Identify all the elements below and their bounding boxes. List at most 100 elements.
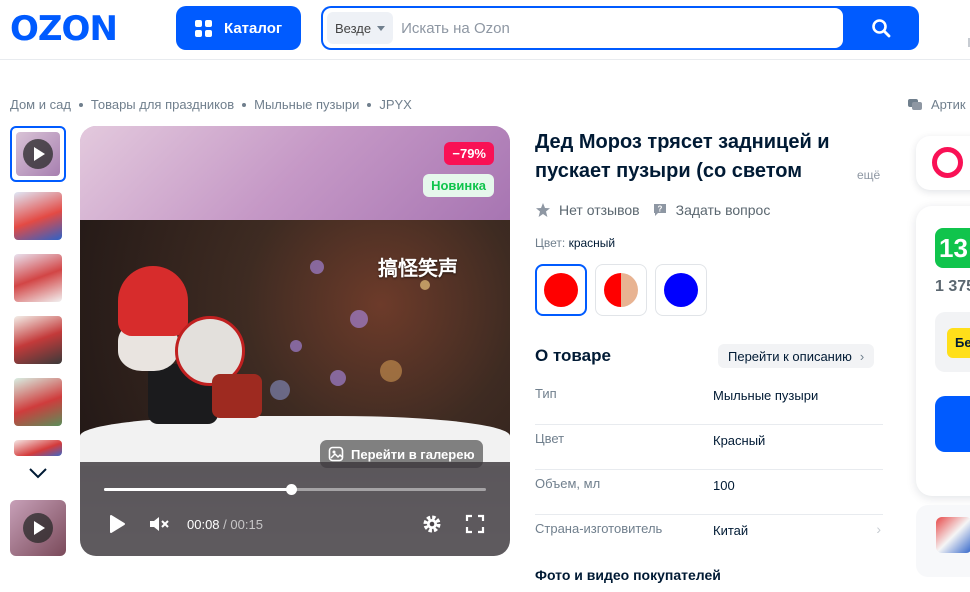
video-progress-bar[interactable] [104, 484, 486, 495]
product-video[interactable]: −79% Новинка 搞怪笑声 Перейти в галерею 00:0… [80, 126, 510, 556]
video-time-total: 00:15 [230, 517, 263, 532]
customer-photos-title: Фото и видео покупателей [535, 567, 721, 583]
add-to-cart-button[interactable] [935, 396, 970, 452]
reviews-link[interactable]: Нет отзывов [535, 202, 640, 218]
search-input[interactable] [401, 19, 822, 37]
payment-chip-label: Бе [947, 328, 970, 358]
video-time-current: 00:08 [187, 517, 220, 532]
spec-key: Цвет [535, 431, 565, 446]
video-top-band [80, 126, 510, 220]
spec-row: Объем, мл 100 [535, 470, 883, 515]
breadcrumb-separator [367, 102, 372, 107]
bokeh-light [270, 380, 290, 400]
santa-toy-hat [118, 266, 188, 336]
breadcrumb-item[interactable]: Дом и сад [10, 97, 71, 112]
breadcrumb: Дом и сад Товары для праздников Мыльные … [10, 97, 412, 112]
thumbnail-video-2[interactable] [10, 500, 66, 556]
thumbnail-image [14, 192, 62, 240]
search-icon [872, 19, 891, 38]
new-badge: Новинка [423, 174, 494, 197]
thumbnail-image [14, 440, 62, 456]
grid-icon [195, 19, 212, 37]
search-field-wrapper: Везде [323, 8, 843, 48]
thumbnail-image-1[interactable] [10, 188, 66, 244]
spec-row[interactable]: Страна-изготовитель Китай › [535, 515, 883, 560]
gear-icon[interactable] [422, 514, 442, 534]
seller-logo-icon [932, 147, 963, 178]
spec-value: 100 [713, 478, 735, 493]
go-to-description-button[interactable]: Перейти к описанию › [718, 344, 875, 368]
payment-chip[interactable]: Бе [935, 312, 970, 372]
catalog-button[interactable]: Каталог [176, 6, 301, 50]
chat-icon [908, 98, 922, 110]
swatch-circle [664, 273, 698, 307]
thumbnail-image-3[interactable] [10, 312, 66, 368]
bokeh-light [380, 360, 402, 382]
search-scope-label: Везде [335, 20, 372, 36]
swatch-circle [544, 273, 578, 307]
play-icon [23, 513, 53, 543]
bokeh-light [420, 280, 430, 290]
video-time: 00:08 / 00:15 [187, 517, 263, 532]
ask-question-link[interactable]: ? Задать вопрос [652, 202, 771, 218]
spec-value: Мыльные пузыри [713, 388, 819, 403]
spec-key: Страна-изготовитель [535, 521, 663, 536]
ask-question-label: Задать вопрос [675, 202, 771, 218]
spec-row: Тип Мыльные пузыри [535, 380, 883, 425]
video-progress-fill [104, 488, 292, 491]
fullscreen-icon[interactable] [465, 514, 485, 534]
thumbnail-video[interactable] [10, 126, 66, 182]
bokeh-light [330, 370, 346, 386]
chevron-down-icon[interactable] [28, 466, 48, 480]
santa-toy-cup [212, 374, 262, 418]
gallery-button-label: Перейти в галерею [351, 446, 475, 462]
ozon-logo[interactable]: OZON [10, 9, 118, 49]
catalog-label: Каталог [224, 19, 283, 37]
bokeh-light [290, 340, 302, 352]
search-bar: Везде [321, 6, 919, 50]
video-progress-handle[interactable] [286, 484, 298, 495]
price-badge: 13 [935, 228, 970, 268]
thumbnail-image-2[interactable] [10, 250, 66, 306]
price-card: 13 1 375 Бе [916, 206, 970, 496]
about-title: О товаре [535, 346, 611, 365]
breadcrumb-item[interactable]: Мыльные пузыри [254, 97, 359, 112]
breadcrumb-separator [78, 102, 83, 107]
breadcrumb-item[interactable]: Товары для праздников [91, 97, 234, 112]
header-divider [0, 59, 970, 60]
video-overlay-caption: 搞怪笑声 [378, 256, 458, 280]
spec-row: Цвет Красный [535, 425, 883, 470]
color-swatch-mixed[interactable] [595, 264, 647, 316]
spec-value: Красный [713, 433, 766, 448]
play-icon[interactable] [108, 514, 126, 534]
reviews-label: Нет отзывов [559, 202, 640, 218]
seller-card[interactable] [916, 136, 970, 190]
spec-key: Объем, мл [535, 476, 601, 491]
chevron-right-icon: › [859, 348, 865, 364]
spec-key: Тип [535, 386, 557, 401]
question-chat-icon: ? [653, 204, 666, 216]
title-more-link[interactable]: ещё [857, 168, 880, 182]
search-button[interactable] [843, 6, 919, 50]
color-swatch-blue[interactable] [655, 264, 707, 316]
product-meta: Нет отзывов ? Задать вопрос [535, 202, 782, 218]
color-label-key: Цвет: [535, 236, 566, 250]
bokeh-light [310, 260, 324, 274]
mute-icon[interactable] [148, 514, 170, 534]
color-swatch-red[interactable] [535, 264, 587, 316]
thumbnail-image-5[interactable] [10, 436, 66, 460]
breadcrumb-item[interactable]: JPYX [379, 97, 412, 112]
spec-value: Китай [713, 523, 749, 538]
search-scope-select[interactable]: Везде [327, 12, 394, 44]
svg-text:?: ? [657, 205, 662, 214]
price-secondary: 1 375 [935, 278, 970, 295]
bokeh-light [350, 310, 368, 328]
go-to-description-label: Перейти к описанию [728, 348, 852, 364]
brand-link-label: Артик [931, 97, 966, 112]
related-product-card[interactable] [916, 505, 970, 577]
thumbnail-image-4[interactable] [10, 374, 66, 430]
brand-link[interactable]: Артик [907, 97, 966, 112]
video-controls: 00:08 / 00:15 [80, 462, 510, 556]
color-label-value: красный [568, 236, 616, 250]
chevron-right-icon: › [876, 521, 881, 537]
